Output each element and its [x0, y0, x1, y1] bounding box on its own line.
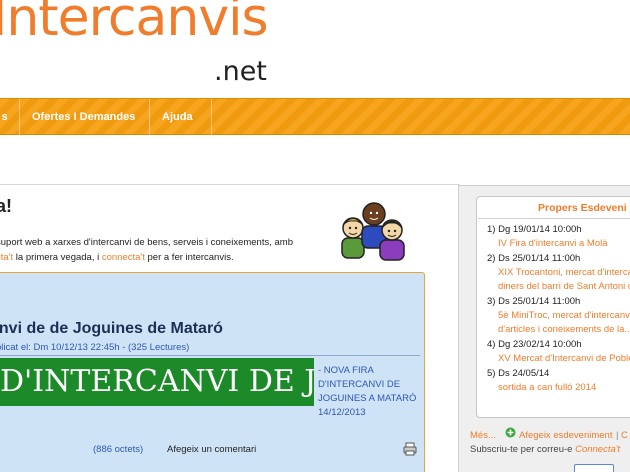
main-nav: s Ofertes I Demandes ▼ Ajuda [0, 98, 630, 157]
event-link-cont[interactable]: d'articles i coneixements de la... [498, 324, 630, 335]
article-related-link[interactable]: - NOVA FIRA D'INTERCANVI DE JOGUINES A M… [318, 364, 418, 420]
event-link[interactable]: sortida a can fulló 2014 [498, 382, 596, 393]
welcome-line-2: la primera vegada, i [13, 252, 102, 263]
nav-item-offers-demands[interactable]: Ofertes I Demandes ▼ [20, 99, 150, 157]
event-date: 4) Dg 23/02/14 10:00h [487, 339, 582, 350]
sidebar-extra-link[interactable]: C [621, 430, 628, 441]
read-more-link[interactable]: (886 octets) [93, 444, 143, 455]
welcome-text: suport web a xarxes d'intercanvi de bens… [0, 235, 316, 265]
print-icon[interactable] [403, 442, 417, 456]
events-divider [478, 218, 630, 219]
register-link[interactable]: cta't [0, 252, 13, 263]
content-divider [0, 184, 460, 185]
event-link[interactable]: XIX Trocantoni, mercat d'interca [498, 267, 630, 278]
chevron-down-icon: ▼ [37, 148, 45, 157]
welcome-line-2-end: per a fer intercanvis. [144, 252, 234, 263]
nav-item-label: Ofertes I Demandes [32, 111, 136, 123]
subscribe-button[interactable] [574, 464, 614, 472]
subscribe-text: Subscriu-te per correu-e Connecta't [470, 444, 620, 455]
event-date: 3) Ds 25/01/14 11:00h [487, 296, 581, 307]
event-link[interactable]: 5è MiniTroc, mercat d'intercanv [498, 310, 630, 321]
article-banner-image: D'INTERCANVI DE JOGUINES [0, 358, 314, 406]
link-separator: | [616, 430, 619, 441]
event-link[interactable]: XV Mercat d'Intercanvi de Poble [498, 353, 630, 364]
event-date: 5) Ds 24/05/14 [487, 368, 550, 379]
welcome-title: a! [0, 196, 13, 216]
people-icon [341, 202, 405, 261]
nav-item-label: Ajuda [162, 111, 193, 123]
event-link[interactable]: IV Fira d'intercanvi a Molà [498, 238, 608, 249]
site-logo[interactable]: Intercanvis [0, 0, 269, 48]
nav-item-help[interactable]: Ajuda [150, 99, 212, 135]
article-title[interactable]: anvi de de Joguines de Mataró [0, 320, 223, 338]
subscribe-label: Subscriu-te per correu-e [470, 444, 576, 455]
event-date: 2) Ds 25/01/14 11:00h [487, 253, 581, 264]
site-logo-suffix: .net [214, 56, 267, 87]
add-event-link[interactable]: Afegeix esdeveniment [519, 430, 612, 441]
events-header: Propers Esdeveni [538, 202, 627, 214]
add-comment-link[interactable]: Afegeix un comentari [167, 444, 256, 455]
login-link[interactable]: connecta't [102, 252, 145, 263]
add-icon[interactable] [505, 427, 516, 438]
article-divider [0, 355, 420, 356]
subscribe-login-link[interactable]: Connecta't [575, 444, 620, 455]
article-meta: plicat el: Dm 10/12/13 22:45h - (325 Lec… [0, 342, 190, 353]
event-date: 1) Dg 19/01/14 10:00h [487, 224, 582, 235]
nav-item-home[interactable]: s [0, 99, 20, 135]
more-events-link[interactable]: Més... [470, 430, 496, 441]
event-link-cont[interactable]: diners del barri de Sant Antoni c [498, 281, 630, 292]
welcome-line-1: suport web a xarxes d'intercanvi de bens… [0, 237, 293, 248]
nav-item-label: s [1, 111, 8, 123]
